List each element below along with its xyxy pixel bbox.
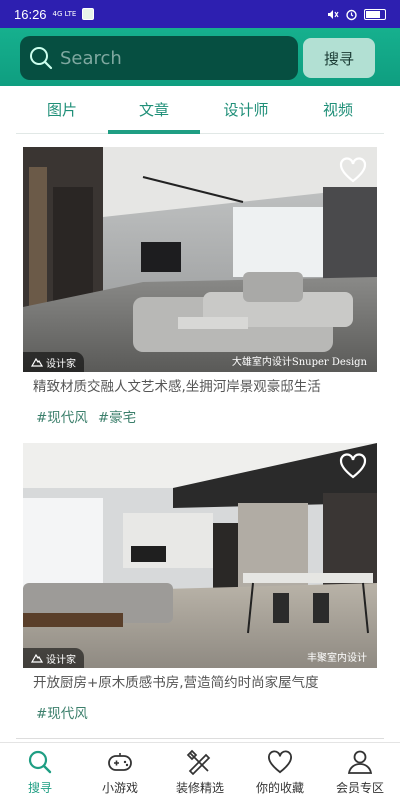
- brand-badge: 设计家: [23, 352, 84, 372]
- tab-videos[interactable]: 视频: [292, 92, 384, 133]
- nav-label: 搜寻: [27, 781, 52, 795]
- nav-favorites[interactable]: 你的收藏: [240, 743, 320, 800]
- article-card[interactable]: 设计家 丰聚室内设计 开放厨房+原木质感书房,营造简约时尚家屋气度 #现代风: [23, 443, 377, 722]
- nav-games[interactable]: 小游戏: [80, 743, 160, 800]
- article-photo[interactable]: 设计家 丰聚室内设计: [23, 443, 377, 668]
- brand-name: 设计家: [46, 358, 76, 370]
- brand-name: 设计家: [46, 654, 76, 666]
- nav-label: 你的收藏: [255, 781, 304, 795]
- tag[interactable]: #现代风: [36, 406, 88, 426]
- next-card-edge: [16, 738, 384, 739]
- brand-logo-icon: [31, 357, 43, 367]
- heart-icon: [266, 749, 294, 775]
- favorite-heart-icon[interactable]: [339, 453, 367, 479]
- network-indicator: 4G LTE: [52, 10, 77, 18]
- designer-credit: 大雄室内设计Snuper Design: [231, 357, 367, 368]
- brand-badge: 设计家: [23, 648, 84, 668]
- brand-logo-icon: [31, 653, 43, 663]
- tab-designers[interactable]: 设计师: [200, 92, 292, 133]
- designer-credit: 丰聚室内设计: [307, 653, 367, 664]
- battery-icon: [364, 8, 386, 20]
- search-header: 搜寻: [0, 28, 400, 86]
- app-notification-icon: [82, 8, 95, 20]
- living-room-photo: [23, 147, 377, 372]
- kitchen-dining-photo: [23, 443, 377, 668]
- article-photo[interactable]: 设计家 大雄室内设计Snuper Design: [23, 147, 377, 372]
- nav-label: 装修精选: [175, 781, 224, 795]
- search-icon: [28, 45, 54, 71]
- tab-articles[interactable]: 文章: [108, 92, 200, 134]
- tag[interactable]: #豪宅: [98, 406, 136, 426]
- tag-list: #现代风 #豪宅: [23, 406, 377, 426]
- nav-member[interactable]: 会员专区: [320, 743, 400, 800]
- nav-label: 会员专区: [335, 781, 384, 795]
- tag[interactable]: #现代风: [36, 702, 88, 722]
- status-bar: 16:26 4G LTE: [0, 0, 400, 28]
- status-time: 16:26: [14, 6, 47, 22]
- article-title[interactable]: 开放厨房+原木质感书房,营造简约时尚家屋气度: [23, 674, 377, 692]
- nav-label: 小游戏: [101, 781, 138, 795]
- status-icons: [326, 8, 386, 21]
- search-icon: [26, 749, 54, 775]
- bottom-nav: 搜寻 小游戏 装修精选 你的收藏 会员专区: [0, 742, 400, 800]
- search-button[interactable]: 搜寻: [303, 38, 375, 78]
- mute-icon: [326, 8, 339, 21]
- tag-list: #现代风: [23, 702, 377, 722]
- search-input[interactable]: [60, 47, 280, 69]
- favorite-heart-icon[interactable]: [339, 157, 367, 183]
- gamepad-icon: [106, 749, 134, 775]
- category-tabs: 图片 文章 设计师 视频: [16, 92, 384, 134]
- alarm-icon: [345, 8, 358, 21]
- article-card[interactable]: 设计家 大雄室内设计Snuper Design 精致材质交融人文艺术感,坐拥河岸…: [23, 147, 377, 426]
- article-title[interactable]: 精致材质交融人文艺术感,坐拥河岸景观豪邸生活: [23, 378, 377, 396]
- tools-icon: [186, 749, 214, 775]
- nav-search[interactable]: 搜寻: [0, 743, 80, 800]
- nav-featured[interactable]: 装修精选: [160, 743, 240, 800]
- user-icon: [346, 749, 374, 775]
- tab-images[interactable]: 图片: [16, 92, 108, 133]
- search-box[interactable]: [20, 36, 298, 80]
